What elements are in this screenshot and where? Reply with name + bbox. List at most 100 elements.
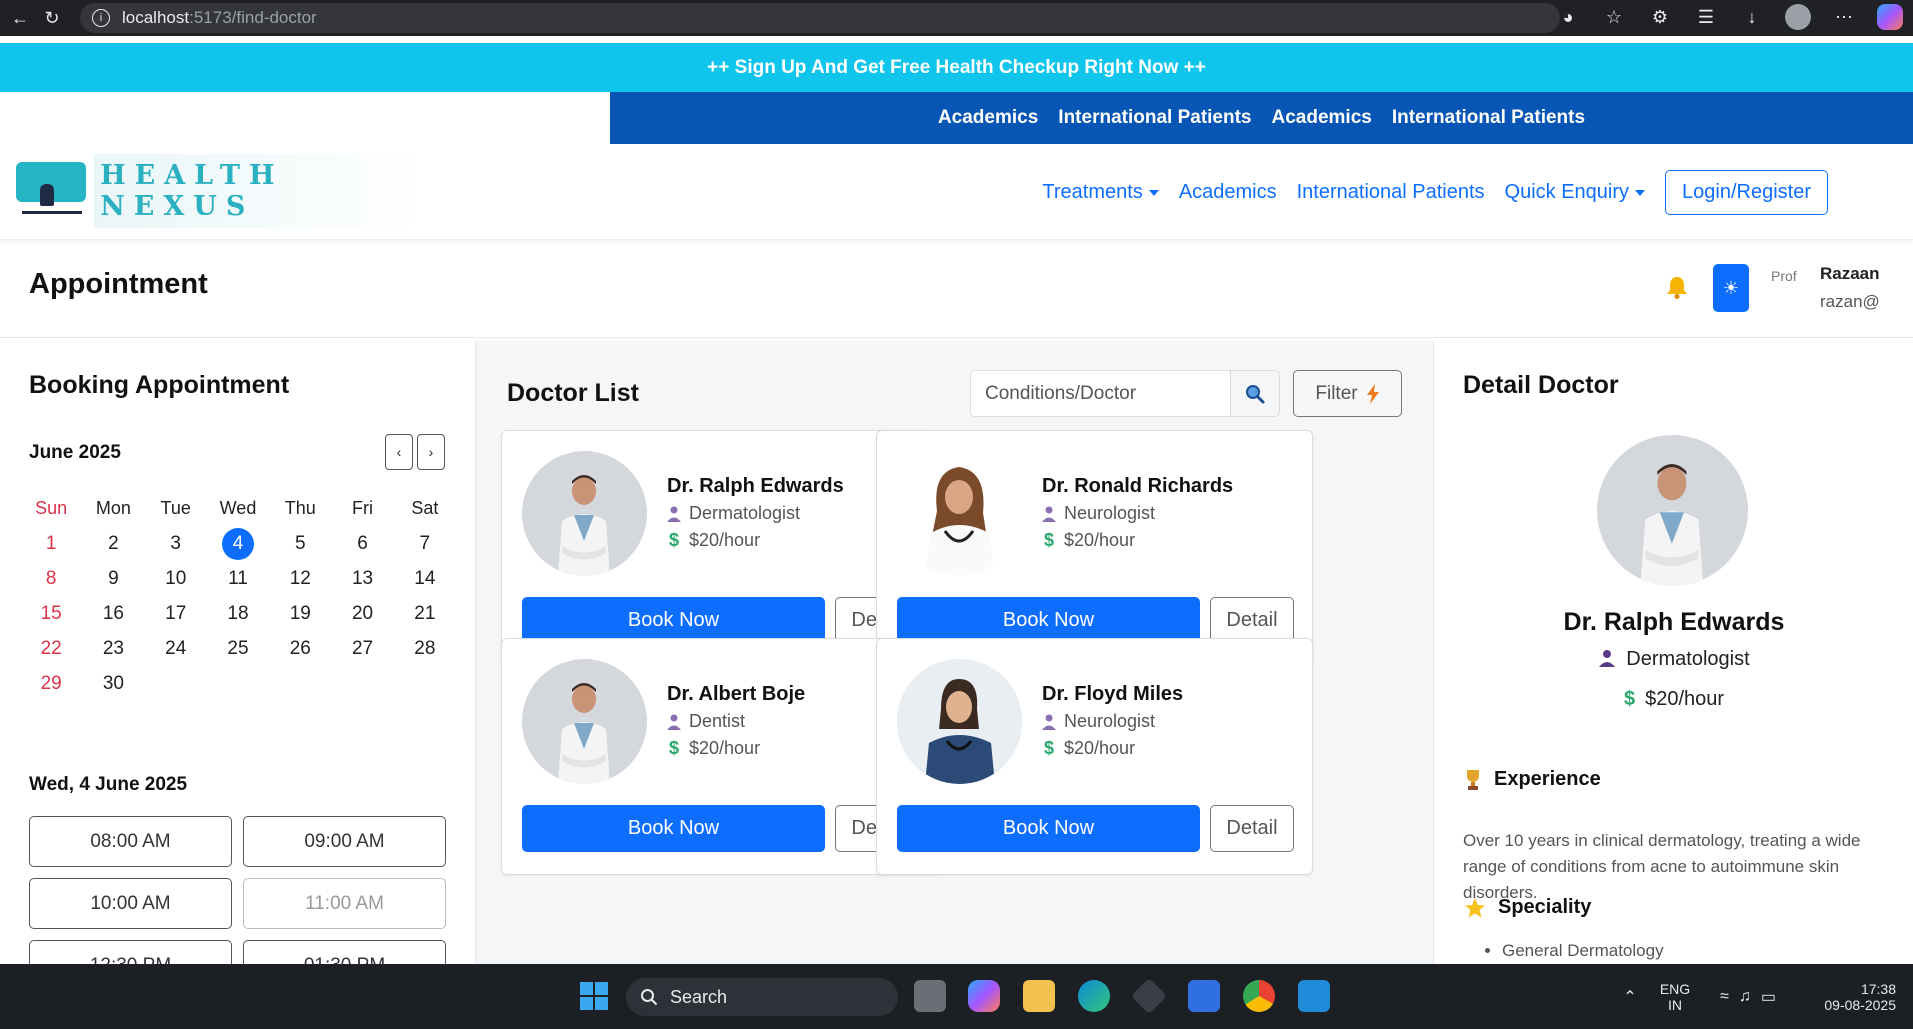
windows-start-icon[interactable] bbox=[578, 980, 610, 1012]
book-now-button[interactable]: Book Now bbox=[897, 805, 1200, 852]
calendar-day[interactable]: 16 bbox=[82, 603, 144, 625]
calendar-day[interactable]: 28 bbox=[394, 638, 456, 660]
vscode-icon[interactable] bbox=[1298, 980, 1330, 1012]
time-slot-button[interactable]: 01:30 PM bbox=[243, 940, 446, 964]
doctor-photo bbox=[897, 451, 1022, 576]
calendar-day[interactable]: 5 bbox=[269, 533, 331, 555]
taskbar-search[interactable]: Search bbox=[626, 978, 898, 1016]
time-slot-button[interactable]: 10:00 AM bbox=[29, 878, 232, 929]
calendar-day[interactable]: 6 bbox=[331, 533, 393, 555]
calendar-day[interactable]: 12 bbox=[269, 568, 331, 590]
site-info-icon[interactable]: i bbox=[92, 9, 110, 27]
extensions-icon[interactable]: ⚙ bbox=[1647, 4, 1673, 30]
calendar-day[interactable]: 15 bbox=[20, 603, 82, 625]
downloads-icon[interactable]: ↓ bbox=[1739, 4, 1765, 30]
calendar-day[interactable]: 29 bbox=[20, 673, 82, 695]
theme-toggle-button[interactable]: ☀ bbox=[1713, 264, 1749, 312]
file-explorer-icon[interactable] bbox=[1023, 980, 1055, 1012]
time-slot-button[interactable]: 12:30 PM bbox=[29, 940, 232, 964]
calendar-day[interactable]: 8 bbox=[20, 568, 82, 590]
detail-button[interactable]: Detail bbox=[1210, 597, 1294, 644]
calendar-day[interactable]: 3 bbox=[145, 533, 207, 555]
calendar-day[interactable]: 10 bbox=[145, 568, 207, 590]
doctor-rate: $ $20/hour bbox=[1042, 738, 1135, 759]
star-icon[interactable]: ☆ bbox=[1601, 4, 1627, 30]
calendar-day[interactable]: 17 bbox=[145, 603, 207, 625]
nav-quick-enquiry[interactable]: Quick Enquiry bbox=[1505, 181, 1646, 204]
calendar-day[interactable]: 27 bbox=[331, 638, 393, 660]
back-icon[interactable]: ← bbox=[8, 6, 32, 30]
calendar-day[interactable]: 24 bbox=[145, 638, 207, 660]
calendar-day[interactable]: 25 bbox=[207, 638, 269, 660]
time-slot-button[interactable]: 08:00 AM bbox=[29, 816, 232, 867]
edge-icon[interactable] bbox=[1078, 980, 1110, 1012]
reader-icon[interactable]: ◕ bbox=[1555, 4, 1581, 30]
favorites-icon[interactable]: ☰ bbox=[1693, 4, 1719, 30]
detail-doctor-name: Dr. Ralph Edwards bbox=[1563, 608, 1785, 636]
prev-month-button[interactable]: ‹ bbox=[385, 434, 413, 470]
next-month-button[interactable]: › bbox=[417, 434, 445, 470]
battery-icon: ▭ bbox=[1760, 988, 1776, 1006]
book-now-button[interactable]: Book Now bbox=[522, 805, 825, 852]
calendar-day[interactable]: 11 bbox=[207, 568, 269, 590]
logo[interactable]: HEALTH NEXUS bbox=[14, 154, 424, 228]
book-now-button[interactable]: Book Now bbox=[897, 597, 1200, 644]
more-icon[interactable]: ⋯ bbox=[1831, 4, 1857, 30]
calendar-day[interactable]: 2 bbox=[82, 533, 144, 555]
chevron-up-icon[interactable]: ⌃ bbox=[1618, 964, 1642, 1029]
search-icon bbox=[641, 989, 658, 1006]
time-slot-button[interactable]: 09:00 AM bbox=[243, 816, 446, 867]
book-now-button[interactable]: Book Now bbox=[522, 597, 825, 644]
user-doctor-icon bbox=[1042, 714, 1056, 730]
filter-button[interactable]: Filter bbox=[1293, 370, 1402, 417]
profile-avatar[interactable] bbox=[1785, 4, 1811, 30]
calendar-day[interactable]: 1 bbox=[20, 533, 82, 555]
system-tray[interactable]: ≈ ♫ ▭ bbox=[1713, 964, 1783, 1029]
task-view-icon[interactable] bbox=[914, 980, 946, 1012]
topbar-link-international[interactable]: International Patients bbox=[1392, 107, 1585, 129]
language-indicator[interactable]: ENG IN bbox=[1655, 964, 1695, 1029]
topbar-link-international[interactable]: International Patients bbox=[1058, 107, 1251, 129]
calendar-day[interactable]: 23 bbox=[82, 638, 144, 660]
login-register-button[interactable]: Login/Register bbox=[1665, 170, 1828, 215]
chrome-icon[interactable] bbox=[1243, 980, 1275, 1012]
copilot-app-icon[interactable] bbox=[968, 980, 1000, 1012]
topbar-link-academics[interactable]: Academics bbox=[938, 107, 1038, 129]
clock[interactable]: 17:38 09-08-2025 bbox=[1806, 964, 1896, 1029]
address-bar[interactable]: i localhost:5173/find-doctor bbox=[80, 3, 1560, 33]
promo-banner[interactable]: ++ Sign Up And Get Free Health Checkup R… bbox=[0, 43, 1913, 92]
search-button[interactable] bbox=[1230, 371, 1279, 416]
search-input[interactable] bbox=[971, 371, 1230, 416]
doctor-photo bbox=[897, 659, 1022, 784]
dollar-icon: $ bbox=[668, 738, 679, 758]
calendar-day[interactable]: 7 bbox=[394, 533, 456, 555]
copilot-icon[interactable] bbox=[1877, 4, 1903, 30]
nav-academics[interactable]: Academics bbox=[1179, 181, 1277, 204]
nav-international-patients[interactable]: International Patients bbox=[1297, 181, 1485, 204]
calendar-day[interactable]: 30 bbox=[82, 673, 144, 695]
calendar-day[interactable]: 21 bbox=[394, 603, 456, 625]
calendar-day[interactable]: 19 bbox=[269, 603, 331, 625]
reload-icon[interactable]: ↻ bbox=[40, 6, 64, 30]
calendar-day[interactable]: 13 bbox=[331, 568, 393, 590]
calendar-day[interactable]: 4 bbox=[207, 527, 269, 560]
topbar-link-academics[interactable]: Academics bbox=[1272, 107, 1372, 129]
calendar-day[interactable]: 14 bbox=[394, 568, 456, 590]
calendar-day[interactable]: 9 bbox=[82, 568, 144, 590]
calendar-day[interactable]: 20 bbox=[331, 603, 393, 625]
detail-button[interactable]: Detail bbox=[1210, 805, 1294, 852]
profile-image[interactable]: Prof bbox=[1771, 268, 1807, 308]
calendar-day[interactable]: 26 bbox=[269, 638, 331, 660]
doctor-specialty-text: Neurologist bbox=[1064, 711, 1156, 731]
doctor-card: Dr. Ralph Edwards Dermatologist $ $20/hour B… bbox=[501, 430, 938, 667]
detail-rate-text: $20/hour bbox=[1645, 688, 1725, 710]
doctor-specialty-text: Dentist bbox=[689, 711, 746, 731]
bell-icon[interactable] bbox=[1664, 274, 1690, 300]
app-blue-icon[interactable] bbox=[1188, 980, 1220, 1012]
doctor-rate-text: $20/hour bbox=[1064, 738, 1136, 758]
selected-date: Wed, 4 June 2025 bbox=[29, 774, 188, 795]
calendar-day[interactable]: 18 bbox=[207, 603, 269, 625]
nav-treatments[interactable]: Treatments bbox=[1042, 181, 1159, 204]
calendar-day[interactable]: 22 bbox=[20, 638, 82, 660]
app-cube-icon[interactable] bbox=[1130, 977, 1168, 1015]
